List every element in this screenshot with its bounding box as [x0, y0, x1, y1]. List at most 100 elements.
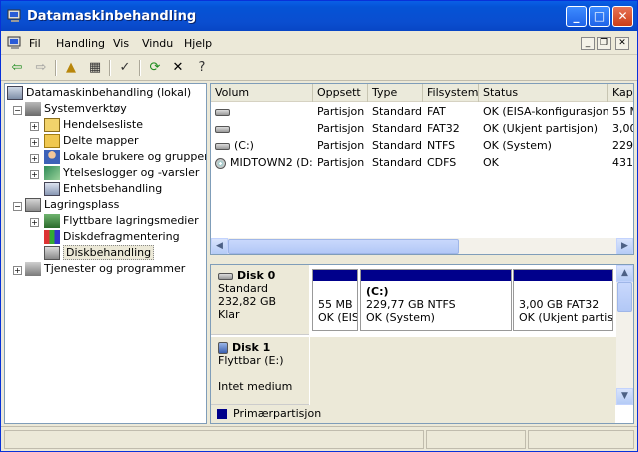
disk1-state: Intet medium [218, 380, 293, 393]
primary-partition-bar [514, 270, 612, 281]
column-oppsett[interactable]: Oppsett [313, 84, 368, 102]
partition-eisa[interactable]: 55 MB F OK (EIS [312, 269, 358, 331]
partition-c[interactable]: (C:) 229,77 GB NTFS OK (System) [360, 269, 512, 331]
scroll-up-icon[interactable]: ▲ [616, 265, 633, 282]
primary-partition-bar [313, 270, 357, 281]
collapse-toggle[interactable]: − [13, 202, 22, 211]
column-kapasitet[interactable]: Kapa [608, 84, 633, 102]
scrollbar-thumb[interactable] [228, 239, 459, 254]
removable-disk-icon [218, 342, 228, 354]
tree-hendelsesliste[interactable]: Hendelsesliste [44, 117, 143, 133]
event-viewer-icon [44, 118, 60, 132]
tree-ytelseslogger[interactable]: Ytelseslogger og -varsler [44, 165, 199, 181]
table-row[interactable]: MIDTOWN2 (D:) Partisjon Standard CDFS OK… [211, 154, 633, 171]
tree-lokale-brukere[interactable]: Lokale brukere og grupper [44, 149, 206, 165]
menu-hjelp[interactable]: Hjelp [184, 37, 212, 50]
column-status[interactable]: Status [479, 84, 608, 102]
mdi-close-button[interactable]: ✕ [615, 37, 629, 50]
layout-cell: Partisjon [317, 156, 365, 169]
partition-title: (C:) [366, 285, 389, 298]
menu-vindu[interactable]: Vindu [142, 37, 173, 50]
column-filsystem[interactable]: Filsystem [423, 84, 479, 102]
menu-vis[interactable]: Vis [113, 37, 129, 50]
tree-enhetsbehandling[interactable]: Enhetsbehandling [44, 181, 162, 197]
status-pane [426, 430, 526, 449]
expand-toggle[interactable]: + [30, 138, 39, 147]
table-row[interactable]: (C:) Partisjon Standard NTFS OK (System)… [211, 137, 633, 154]
services-icon [25, 262, 41, 276]
back-icon[interactable]: ⇦ [8, 59, 26, 77]
disk1-name: Disk 1 [232, 341, 271, 354]
disk-icon [215, 142, 230, 150]
mdi-restore-button[interactable]: ❐ [597, 37, 611, 50]
partition-line2: OK (EIS [318, 311, 357, 324]
vertical-scrollbar[interactable]: ▲ ▼ [616, 265, 633, 405]
status-cell: OK [483, 156, 499, 169]
tree-systemverktoy[interactable]: Systemverktøy [25, 101, 127, 117]
expand-toggle[interactable]: + [30, 154, 39, 163]
expand-toggle[interactable]: + [30, 170, 39, 179]
tree-flyttbare[interactable]: Flyttbare lagringsmedier [44, 213, 199, 229]
horizontal-scrollbar[interactable]: ◀ ▶ [211, 238, 633, 254]
disk1-empty-area [310, 337, 616, 405]
tree-diskdefragmentering[interactable]: Diskdefragmentering [44, 229, 180, 245]
expand-toggle[interactable]: + [13, 266, 22, 275]
refresh-icon[interactable]: ⟳ [146, 59, 164, 77]
title-bar[interactable]: Datamaskinbehandling _ □ ✕ [1, 1, 637, 31]
capacity-cell: 55 M [612, 105, 633, 118]
column-volum[interactable]: Volum [211, 84, 313, 102]
table-row[interactable]: Partisjon Standard FAT32 OK (Ukjent part… [211, 120, 633, 137]
tree-tjenester[interactable]: Tjenester og programmer [25, 261, 185, 277]
tree-delte-mapper[interactable]: Delte mapper [44, 133, 139, 149]
removable-storage-icon [44, 214, 60, 228]
fs-cell: FAT [427, 105, 446, 118]
maximize-button[interactable]: □ [589, 6, 610, 27]
show-hide-tree-icon[interactable]: ▦ [86, 59, 104, 77]
partition-fat32[interactable]: 3,00 GB FAT32 OK (Ukjent partisj [513, 269, 613, 331]
properties-icon[interactable]: ✓ [116, 59, 134, 77]
close-button[interactable]: ✕ [612, 6, 633, 27]
tree-diskbehandling[interactable]: Diskbehandling [44, 245, 155, 261]
scroll-left-icon[interactable]: ◀ [211, 238, 228, 254]
collapse-toggle[interactable]: − [13, 106, 22, 115]
status-pane [4, 430, 424, 449]
delete-icon[interactable]: ✕ [169, 59, 187, 77]
expand-toggle[interactable]: + [30, 218, 39, 227]
tree-root[interactable]: Datamaskinbehandling (lokal) [7, 85, 191, 101]
disk1-info[interactable]: Disk 1 Flyttbar (E:) Intet medium [211, 337, 309, 405]
tree-lagringsplass[interactable]: Lagringsplass [25, 197, 119, 213]
disk0-name: Disk 0 [237, 269, 276, 282]
legend-primary-label: Primærpartisjon [233, 407, 322, 420]
tree-item-label: Enhetsbehandling [63, 182, 163, 195]
tree-item-label: Delte mapper [63, 134, 139, 147]
column-type[interactable]: Type [368, 84, 423, 102]
volume-cell: (C:) [211, 137, 313, 154]
volume-name: (C:) [234, 139, 254, 152]
disk0-kind: Standard [218, 282, 269, 295]
disk0-info[interactable]: Disk 0 Standard 232,82 GB Klar [211, 265, 309, 335]
disk-icon [215, 108, 230, 116]
fs-cell: FAT32 [427, 122, 460, 135]
table-row[interactable]: Partisjon Standard FAT OK (EISA-konfigur… [211, 103, 633, 120]
minimize-button[interactable]: _ [566, 6, 587, 27]
partition-line2: OK (System) [366, 311, 435, 324]
tree-systemverktoy-label: Systemverktøy [44, 102, 127, 115]
tree-lagringsplass-label: Lagringsplass [44, 198, 120, 211]
mdi-minimize-button[interactable]: _ [581, 37, 595, 50]
menu-handling[interactable]: Handling [56, 37, 105, 50]
system-menu-icon[interactable] [7, 36, 23, 50]
scroll-down-icon[interactable]: ▼ [616, 388, 633, 405]
help-icon[interactable]: ? [193, 59, 211, 77]
cdrom-icon [215, 157, 226, 169]
scroll-right-icon[interactable]: ▶ [616, 238, 633, 254]
expand-toggle[interactable]: + [30, 122, 39, 131]
menu-fil[interactable]: Fil [29, 37, 41, 50]
device-manager-icon [44, 182, 60, 196]
disk-icon [215, 125, 230, 133]
window-title: Datamaskinbehandling [27, 9, 197, 24]
volume-list: Volum Oppsett Type Filsystem Status Kapa… [210, 83, 634, 255]
volume-cell [211, 103, 313, 120]
scrollbar-thumb[interactable] [617, 282, 632, 312]
up-folder-icon[interactable]: ▲ [62, 59, 80, 77]
forward-icon[interactable]: ⇨ [32, 59, 50, 77]
